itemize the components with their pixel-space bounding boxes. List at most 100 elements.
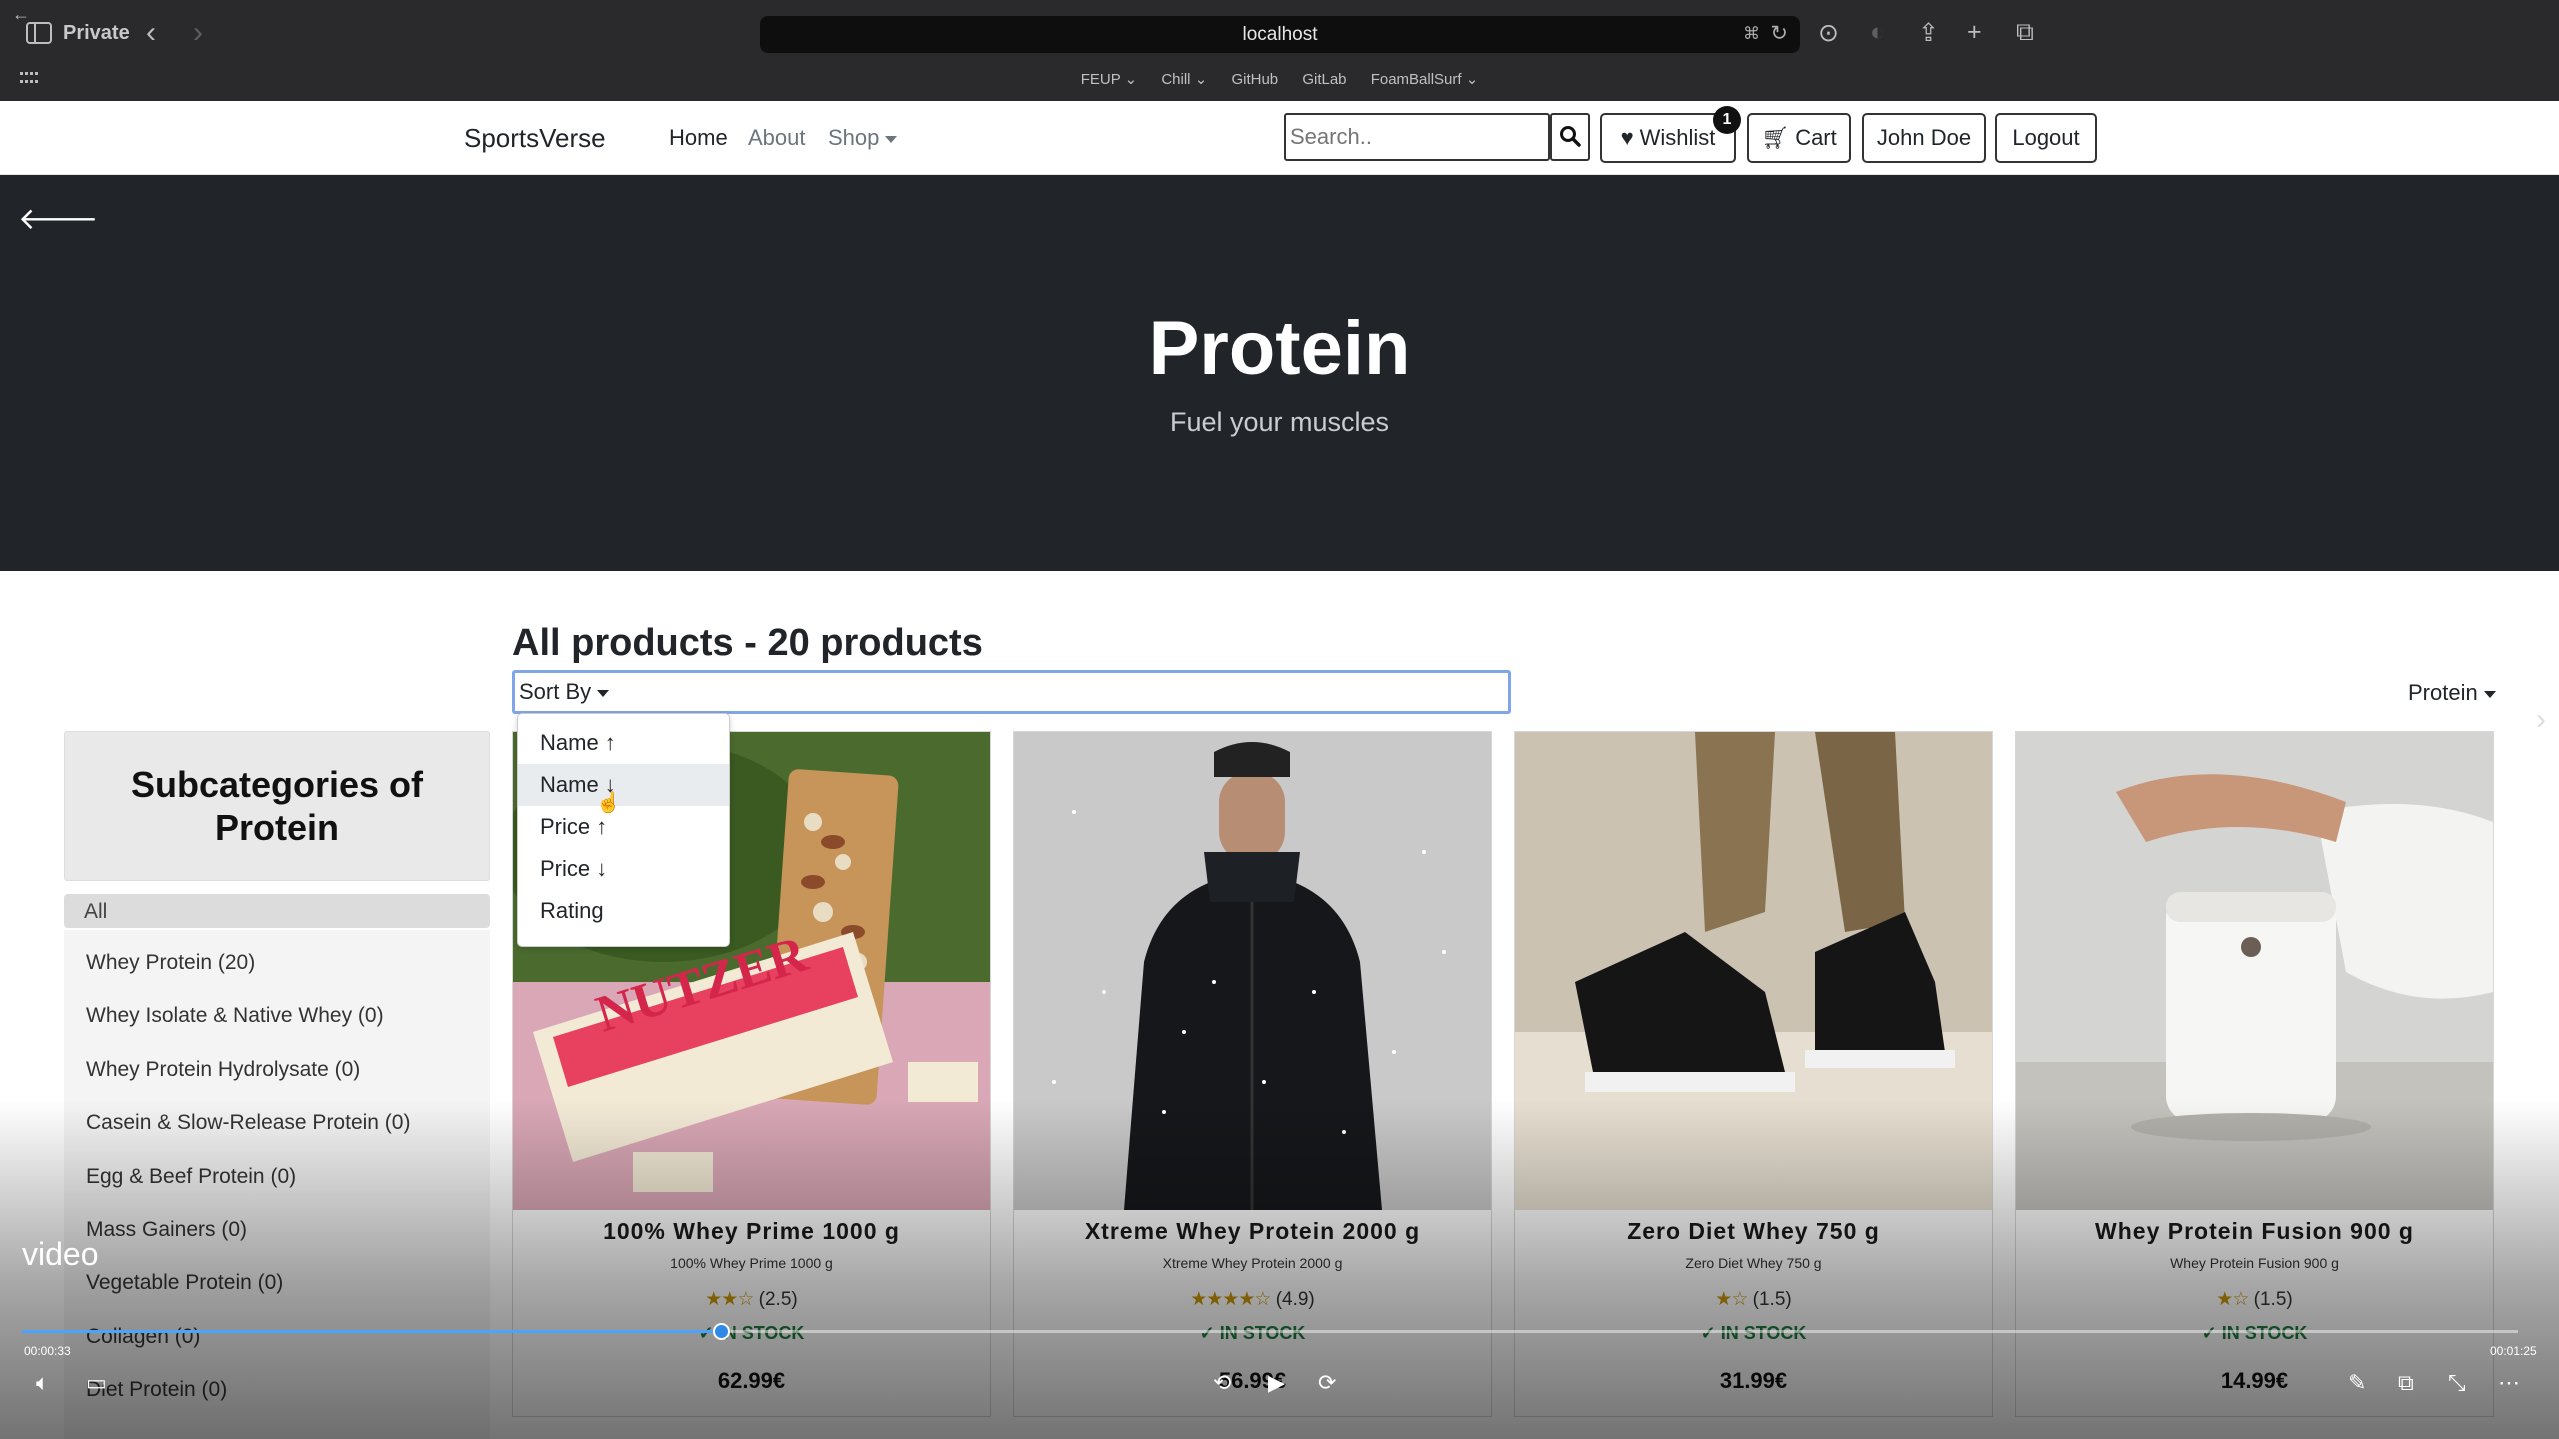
- product-name[interactable]: 100% Whey Prime 1000 g: [513, 1218, 990, 1245]
- subcategory-item[interactable]: Whey Protein (20): [86, 951, 255, 975]
- cart-icon: 🛒︎: [1761, 125, 1790, 150]
- chevron-right-icon[interactable]: ›: [2536, 703, 2546, 737]
- sort-dropdown-menu: Name ↑ Name ↓ Price ↑ Price ↓ Rating: [517, 713, 730, 947]
- new-tab-icon[interactable]: +: [1967, 18, 1982, 47]
- stock-status: ✓ IN STOCK: [2201, 1323, 2308, 1343]
- product-subname: Whey Protein Fusion 900 g: [2170, 1255, 2339, 1271]
- chevron-down-icon: [885, 135, 898, 143]
- subcategory-item[interactable]: Collagen (0): [86, 1325, 200, 1349]
- private-label: Private: [63, 22, 130, 44]
- share-icon[interactable]: ⇪: [1918, 18, 1939, 48]
- site-navbar: SportsVerse Home About Shop ♥Wishlist 1 …: [0, 101, 2559, 175]
- browser-forward-icon[interactable]: ›: [193, 16, 203, 50]
- exit-fullscreen-icon[interactable]: ⤡: [2448, 1370, 2466, 1396]
- sort-option-name-asc[interactable]: Name ↑: [518, 722, 729, 764]
- product-rating: ★☆ (1.5): [1715, 1289, 1792, 1310]
- volume-icon[interactable]: 🔈︎: [36, 1370, 49, 1396]
- rewind-10-icon[interactable]: ⟲: [1213, 1370, 1231, 1396]
- product-card[interactable]: Whey Protein Fusion 900 g Whey Protein F…: [2015, 731, 2494, 1417]
- address-bar[interactable]: localhost ⌘ ↻: [760, 16, 1800, 53]
- product-subname: Zero Diet Whey 750 g: [1685, 1255, 1822, 1271]
- tab-overview-icon[interactable]: ⧉: [2016, 18, 2034, 47]
- browser-back-icon[interactable]: ‹: [146, 16, 156, 50]
- subcategory-item[interactable]: Whey Isolate & Native Whey (0): [86, 1004, 384, 1028]
- subcategory-item[interactable]: Casein & Slow-Release Protein (0): [86, 1111, 410, 1135]
- video-current-time: 00:00:33: [24, 1344, 71, 1358]
- sort-option-rating[interactable]: Rating: [518, 890, 729, 932]
- subcategory-item[interactable]: Diet Protein (0): [86, 1378, 227, 1402]
- shield-icon[interactable]: ◐: [1870, 18, 1885, 47]
- pen-icon[interactable]: ✎: [2348, 1370, 2366, 1396]
- download-icon[interactable]: ⊙: [1818, 18, 1839, 48]
- sort-option-price-desc[interactable]: Price ↓: [518, 848, 729, 890]
- product-subname: 100% Whey Prime 1000 g: [670, 1255, 833, 1271]
- search-button[interactable]: [1550, 113, 1590, 161]
- bookmark-gitlab[interactable]: GitLab: [1302, 71, 1346, 88]
- star-icons: ★★★★☆: [1190, 1289, 1271, 1310]
- search-field: [1284, 113, 1550, 161]
- subcategory-item[interactable]: Mass Gainers (0): [86, 1218, 247, 1242]
- product-subname: Xtreme Whey Protein 2000 g: [1162, 1255, 1343, 1271]
- product-image: [2016, 732, 2493, 1210]
- browser-chrome: ← Private ‹ › localhost ⌘ ↻ ⊙ ◐ ⇪ + ⧉ FE…: [0, 0, 2559, 101]
- wishlist-count-badge: 1: [1713, 106, 1741, 134]
- product-name[interactable]: Zero Diet Whey 750 g: [1515, 1218, 1992, 1245]
- bookmark-chill[interactable]: Chill ⌄: [1161, 71, 1207, 88]
- back-arrow-icon[interactable]: 🡐: [18, 201, 98, 237]
- nav-about-link[interactable]: About: [748, 125, 806, 151]
- logout-button[interactable]: Logout: [1995, 113, 2097, 163]
- chevron-down-icon: [2483, 690, 2496, 698]
- products-heading: All products - 20 products: [512, 622, 983, 664]
- play-icon[interactable]: ▶: [1268, 1370, 1285, 1396]
- user-button[interactable]: John Doe: [1862, 113, 1986, 163]
- product-image: [1014, 732, 1491, 1210]
- reload-icon[interactable]: ↻: [1770, 21, 1788, 46]
- video-progress-bar[interactable]: [22, 1323, 2518, 1340]
- product-price: 14.99€: [2220, 1368, 2289, 1393]
- url-text: localhost: [1242, 24, 1318, 45]
- bookmark-github[interactable]: GitHub: [1231, 71, 1278, 88]
- product-price: 62.99€: [717, 1368, 786, 1393]
- sidebar-toggle-icon[interactable]: [26, 22, 52, 44]
- subcategories-title: Subcategories of Protein: [64, 731, 490, 881]
- star-icons: ★☆: [2216, 1289, 2249, 1310]
- category-hero: 🡐 Protein Fuel your muscles: [0, 175, 2559, 571]
- product-rating: ★★★★☆ (4.9): [1190, 1289, 1315, 1310]
- video-total-time: 00:01:25: [2490, 1344, 2537, 1358]
- subcategory-item[interactable]: Whey Protein Hydrolysate (0): [86, 1058, 360, 1082]
- page-title: Protein: [1148, 306, 1411, 391]
- search-input[interactable]: [1286, 115, 1546, 159]
- subcategory-item[interactable]: Vegetable Protein (0): [86, 1271, 283, 1295]
- nav-shop-dropdown[interactable]: Shop: [828, 125, 898, 151]
- more-options-icon[interactable]: ⋯: [2498, 1370, 2520, 1396]
- picture-in-picture-icon[interactable]: ⧉: [2398, 1370, 2414, 1396]
- subcategory-item[interactable]: Egg & Beef Protein (0): [86, 1165, 296, 1189]
- bookmark-feup[interactable]: FEUP ⌄: [1081, 71, 1137, 88]
- subcategory-all[interactable]: All: [64, 894, 490, 928]
- product-card[interactable]: Zero Diet Whey 750 g Zero Diet Whey 750 …: [1514, 731, 1993, 1417]
- chevron-down-icon: [597, 689, 610, 697]
- stock-status: ✓ IN STOCK: [1700, 1323, 1807, 1343]
- product-card[interactable]: Xtreme Whey Protein 2000 g Xtreme Whey P…: [1013, 731, 1492, 1417]
- translate-icon[interactable]: ⌘: [1743, 24, 1760, 44]
- heart-icon: ♥: [1620, 125, 1634, 150]
- product-name[interactable]: Xtreme Whey Protein 2000 g: [1014, 1218, 1491, 1245]
- video-progress-knob[interactable]: [712, 1323, 730, 1340]
- bookmark-foamballsurf[interactable]: FoamBallSurf ⌄: [1371, 71, 1479, 88]
- sort-option-price-asc[interactable]: Price ↑: [518, 806, 729, 848]
- product-price: 31.99€: [1719, 1368, 1788, 1393]
- sort-by-dropdown[interactable]: Sort By: [512, 670, 1511, 714]
- star-icons: ★☆: [1715, 1289, 1748, 1310]
- search-icon: [1560, 125, 1581, 147]
- brand-logo[interactable]: SportsVerse: [464, 123, 606, 154]
- cart-button[interactable]: 🛒︎ Cart: [1747, 113, 1851, 163]
- forward-30-icon[interactable]: ⟳: [1318, 1370, 1336, 1396]
- product-rating: ★★☆ (2.5): [705, 1289, 798, 1310]
- sort-option-name-desc[interactable]: Name ↓: [518, 764, 729, 806]
- nav-home-link[interactable]: Home: [669, 125, 728, 151]
- product-name[interactable]: Whey Protein Fusion 900 g: [2016, 1218, 2493, 1245]
- category-dropdown[interactable]: Protein: [2408, 680, 2496, 706]
- captions-icon[interactable]: ▭: [86, 1370, 107, 1396]
- video-progress-fill: [22, 1330, 721, 1333]
- stock-status: ✓ IN STOCK: [1199, 1323, 1306, 1343]
